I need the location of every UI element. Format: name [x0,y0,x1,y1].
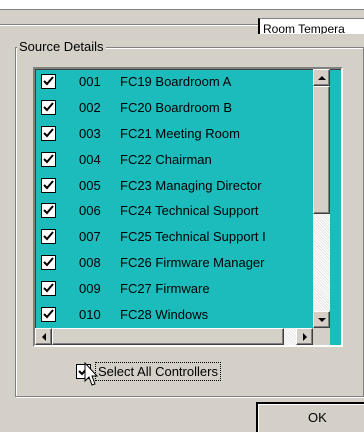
controller-row[interactable]: 003 FC21 Meeting Room [35,121,313,147]
checkmark-icon [43,154,54,164]
scroll-up-arrow-icon [317,75,326,80]
controller-name: FC28 Windows [120,306,209,322]
controller-number: 002 [79,100,101,116]
controller-checkbox[interactable] [41,177,56,193]
checkmark-icon [43,128,54,138]
scroll-left-arrow-icon [41,332,46,341]
scroll-down-arrow-icon [317,317,326,322]
vertical-scrollbar[interactable] [313,69,330,328]
controller-number: 001 [79,74,101,90]
controller-number: 007 [79,229,101,245]
checkmark-icon [43,231,54,241]
controller-row[interactable]: 010 FC28 Windows [35,301,313,327]
checkmark-icon [43,205,54,215]
checkmark-icon [43,257,54,267]
controller-row[interactable]: 002 FC20 Boardroom B [35,95,313,121]
scroll-down-button[interactable] [313,311,330,328]
scroll-right-button[interactable] [296,328,313,345]
controller-checkbox[interactable] [41,254,56,270]
vertical-scroll-thumb[interactable] [313,86,330,214]
controller-name: FC22 Chairman [120,151,212,167]
room-temperature-field[interactable]: Room Tempera [258,18,364,34]
controller-number: 005 [79,177,101,193]
controller-checkbox[interactable] [41,203,56,219]
controller-row[interactable]: 008 FC26 Firmware Manager [35,250,313,276]
checkmark-icon [43,102,54,112]
controller-number: 009 [79,280,101,296]
controller-name: FC21 Meeting Room [120,125,240,141]
controller-name: FC20 Boardroom B [120,100,232,116]
source-details-title: Source Details [17,38,106,56]
controller-checkbox[interactable] [41,151,56,167]
controller-checkbox[interactable] [41,229,56,245]
controller-checkbox[interactable] [41,74,56,90]
controller-row[interactable]: 004 FC22 Chairman [35,146,313,172]
controller-number: 004 [79,151,101,167]
controller-row[interactable]: 007 FC25 Technical Support I [35,224,313,250]
controller-row[interactable]: 006 FC24 Technical Support [35,198,313,224]
separator-line [0,24,258,26]
controller-name: FC26 Firmware Manager [120,254,265,270]
scroll-left-button[interactable] [35,328,52,345]
scrollbar-corner [313,328,330,345]
top-panel-edge [0,0,364,10]
controller-name: FC23 Managing Director [120,177,262,193]
controller-checkbox[interactable] [41,125,56,141]
ok-button-label: OK [308,410,327,425]
select-all-label[interactable]: Select All Controllers [95,362,221,381]
controller-row[interactable]: 001 FC19 Boardroom A [35,69,313,95]
controller-row[interactable]: 009 FC27 Firmware [35,275,313,301]
controller-name: FC27 Firmware [120,280,210,296]
horizontal-scrollbar[interactable] [35,328,313,345]
controller-number: 010 [79,306,101,322]
controller-row[interactable]: 005 FC23 Managing Director [35,172,313,198]
checkmark-icon [43,283,54,293]
controller-number: 006 [79,203,101,219]
controller-rows: 001 FC19 Boardroom A 002 FC20 Boardroom B 00… [35,69,313,327]
controller-checkbox[interactable] [41,306,56,322]
controller-name: FC24 Technical Support [120,203,259,219]
controller-name: FC19 Boardroom A [120,74,232,90]
controller-checkbox[interactable] [41,280,56,296]
mouse-pointer-icon [84,362,99,386]
checkmark-icon [43,308,54,319]
controller-number: 003 [79,125,101,141]
horizontal-scroll-thumb[interactable] [52,328,284,345]
checkmark-icon [43,179,54,190]
controller-list[interactable]: 001 FC19 Boardroom A 002 FC20 Boardroom B 00… [33,67,343,347]
controller-checkbox[interactable] [41,100,56,116]
controller-number: 008 [79,254,101,270]
controller-name: FC25 Technical Support I [120,229,266,245]
scroll-up-button[interactable] [313,69,330,86]
ok-button[interactable]: OK [256,402,364,432]
scroll-right-arrow-icon [302,332,307,341]
checkmark-icon [43,76,54,86]
